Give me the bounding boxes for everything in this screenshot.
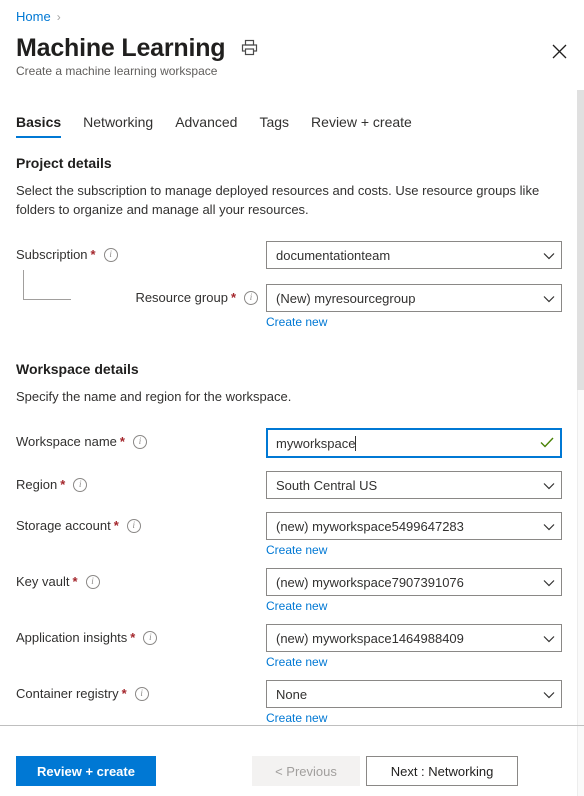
tree-connector xyxy=(23,270,71,300)
key-vault-label: Key vault * i xyxy=(16,568,266,589)
subscription-label: Subscription * i xyxy=(16,241,266,262)
next-networking-button[interactable]: Next : Networking xyxy=(366,756,518,786)
breadcrumb: Home › xyxy=(16,9,61,24)
footer-divider xyxy=(0,725,584,726)
chevron-down-icon xyxy=(543,631,555,646)
breadcrumb-home[interactable]: Home xyxy=(16,9,51,24)
region-control: South Central US xyxy=(266,471,562,499)
info-icon[interactable]: i xyxy=(126,518,141,533)
field-key-vault: Key vault * i (new) myworkspace7907391076… xyxy=(16,568,584,615)
machine-learning-create-blade: Home › Machine Learning Create a machine … xyxy=(0,0,584,796)
tab-tags[interactable]: Tags xyxy=(259,114,289,138)
workspace-details-heading: Workspace details xyxy=(16,361,139,377)
application-insights-label: Application insights * i xyxy=(16,624,266,645)
create-new-resource-group-link[interactable]: Create new xyxy=(266,315,327,329)
previous-button: < Previous xyxy=(252,756,360,786)
workspace-name-label: Workspace name * i xyxy=(16,428,266,449)
page-title: Machine Learning xyxy=(16,34,226,62)
key-vault-select[interactable]: (new) myworkspace7907391076 xyxy=(266,568,562,596)
chevron-right-icon: › xyxy=(56,10,61,24)
resource-group-select[interactable]: (New) myresourcegroup xyxy=(266,284,562,312)
form-content: Project details Select the subscription … xyxy=(0,155,584,727)
create-new-storage-account-link[interactable]: Create new xyxy=(266,543,327,557)
workspace-name-input[interactable]: myworkspace xyxy=(266,428,562,458)
storage-account-select[interactable]: (new) myworkspace5499647283 xyxy=(266,512,562,540)
chevron-down-icon xyxy=(543,575,555,590)
project-details-heading: Project details xyxy=(16,155,112,171)
tab-review-create[interactable]: Review + create xyxy=(311,114,412,138)
field-container-registry: Container registry * i None Create new xyxy=(16,680,584,727)
tab-networking[interactable]: Networking xyxy=(83,114,153,138)
chevron-down-icon xyxy=(543,519,555,534)
text-caret xyxy=(355,435,357,451)
printer-icon[interactable] xyxy=(241,39,258,61)
field-application-insights: Application insights * i (new) myworkspac… xyxy=(16,624,584,671)
tab-advanced[interactable]: Advanced xyxy=(175,114,237,138)
storage-account-label: Storage account * i xyxy=(16,512,266,533)
page-subtitle: Create a machine learning workspace xyxy=(16,64,218,78)
info-icon[interactable]: i xyxy=(134,686,149,701)
info-icon[interactable]: i xyxy=(85,574,100,589)
container-registry-label: Container registry * i xyxy=(16,680,266,701)
container-registry-control: None Create new xyxy=(266,680,562,727)
workspace-details-description: Specify the name and region for the work… xyxy=(16,389,292,404)
footer-actions: Review + create < Previous Next : Networ… xyxy=(0,756,584,786)
subscription-select[interactable]: documentationteam xyxy=(266,241,562,269)
region-label: Region * i xyxy=(16,471,266,492)
field-region: Region * i South Central US xyxy=(16,471,584,499)
info-icon[interactable]: i xyxy=(244,290,258,305)
create-new-application-insights-link[interactable]: Create new xyxy=(266,655,327,669)
create-new-container-registry-link[interactable]: Create new xyxy=(266,711,327,725)
region-select[interactable]: South Central US xyxy=(266,471,562,499)
info-icon[interactable]: i xyxy=(73,477,88,492)
workspace-name-value: myworkspace xyxy=(276,435,356,451)
info-icon[interactable]: i xyxy=(132,434,147,449)
field-workspace-name: Workspace name * i myworkspace xyxy=(16,428,584,458)
chevron-down-icon xyxy=(543,687,555,702)
review-create-button[interactable]: Review + create xyxy=(16,756,156,786)
tab-basics[interactable]: Basics xyxy=(16,114,62,138)
workspace-name-control: myworkspace xyxy=(266,428,562,458)
resource-group-control: (New) myresourcegroup Create new xyxy=(266,284,562,331)
application-insights-select[interactable]: (new) myworkspace1464988409 xyxy=(266,624,562,652)
info-icon[interactable]: i xyxy=(143,630,158,645)
close-icon[interactable] xyxy=(548,40,570,62)
project-details-description: Select the subscription to manage deploy… xyxy=(16,183,540,217)
chevron-down-icon xyxy=(543,478,555,493)
field-storage-account: Storage account * i (new) myworkspace5499… xyxy=(16,512,584,559)
storage-account-control: (new) myworkspace5499647283 Create new xyxy=(266,512,562,559)
tab-bar: Basics Networking Advanced Tags Review +… xyxy=(16,114,412,138)
subscription-control: documentationteam xyxy=(266,241,562,269)
create-new-key-vault-link[interactable]: Create new xyxy=(266,599,327,613)
chevron-down-icon xyxy=(543,291,555,306)
chevron-down-icon xyxy=(543,248,555,263)
valid-check-icon xyxy=(540,436,554,451)
field-resource-group: Resource group * i (New) myresourcegroup … xyxy=(16,270,584,331)
page-title-row: Machine Learning xyxy=(16,33,258,63)
field-subscription: Subscription * i documentationteam xyxy=(16,241,584,269)
info-icon[interactable]: i xyxy=(103,247,118,262)
application-insights-control: (new) myworkspace1464988409 Create new xyxy=(266,624,562,671)
key-vault-control: (new) myworkspace7907391076 Create new xyxy=(266,568,562,615)
container-registry-select[interactable]: None xyxy=(266,680,562,708)
